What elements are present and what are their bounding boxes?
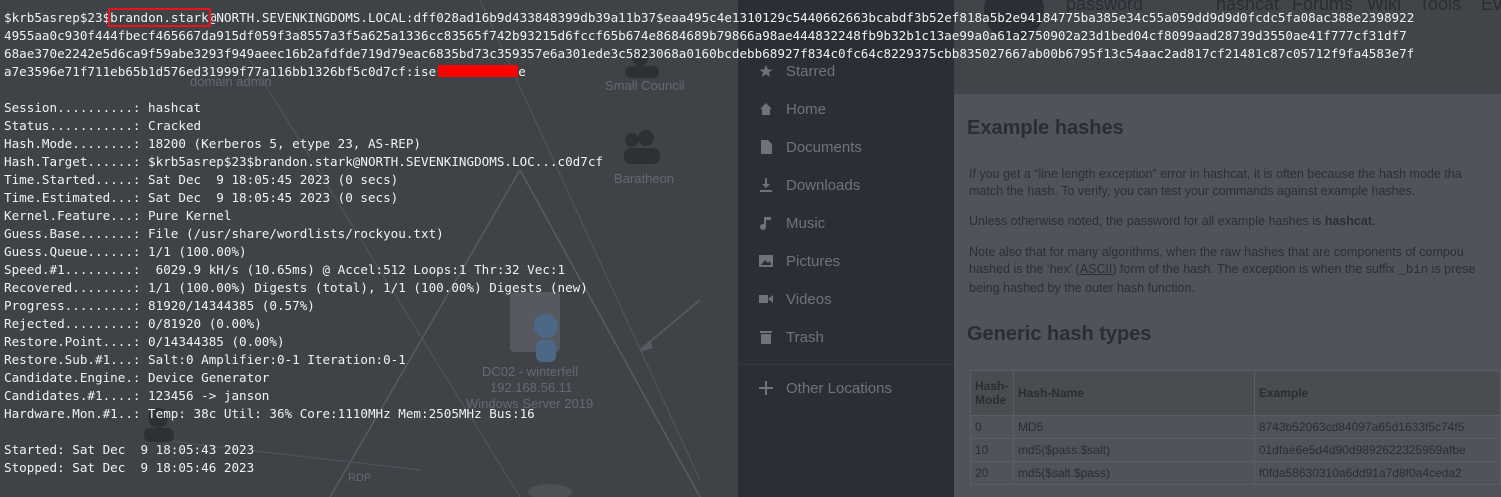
hash-line-3: 68ae370e2242e5d6ca9f59abe3293f949aeec16b… (4, 46, 1415, 61)
hash-line-1: $krb5asrep$23$brandon.stark@NORTH.SEVENK… (4, 8, 1415, 27)
hash-line-4: a7e3596e71f711eb65b1d576ed31999f77a116bb… (4, 64, 526, 79)
status-time-started: Time.Started.....: Sat Dec 9 18:05:45 20… (4, 172, 399, 187)
status-speed: Speed.#1.........: 6029.9 kH/s (10.65ms)… (4, 262, 566, 277)
status-stopped: Stopped: Sat Dec 9 18:05:46 2023 (4, 460, 255, 475)
hash-line-2: 4955aa0c930f444fbecf465667da915df059f3a8… (4, 28, 1407, 43)
highlighted-username: brandon.stark (108, 8, 211, 27)
status-guess-base: Guess.Base.......: File (/usr/share/word… (4, 226, 444, 241)
status-guess-queue: Guess.Queue......: 1/1 (100.00%) (4, 244, 247, 259)
status-session: Session..........: hashcat (4, 100, 202, 115)
status-status: Status...........: Cracked (4, 118, 202, 133)
status-recovered: Recovered........: 1/1 (100.00%) Digests… (4, 280, 588, 295)
status-hash-mode: Hash.Mode........: 18200 (Kerberos 5, et… (4, 136, 422, 151)
status-progress: Progress.........: 81920/14344385 (0.57%… (4, 298, 315, 313)
status-kernel-feature: Kernel.Feature...: Pure Kernel (4, 208, 232, 223)
status-hash-target: Hash.Target......: $krb5asrep$23$brandon… (4, 154, 603, 169)
status-candidate-engine: Candidate.Engine.: Device Generator (4, 370, 270, 385)
status-rejected: Rejected.........: 0/81920 (0.00%) (4, 316, 262, 331)
status-restore-point: Restore.Point....: 0/14344385 (0.00%) (4, 334, 285, 349)
status-started: Started: Sat Dec 9 18:05:43 2023 (4, 442, 255, 457)
status-candidates: Candidates.#1....: 123456 -> janson (4, 388, 270, 403)
status-hardware-mon: Hardware.Mon.#1..: Temp: 38c Util: 36% C… (4, 406, 535, 421)
password-redaction (438, 65, 519, 77)
status-time-estimated: Time.Estimated...: Sat Dec 9 18:05:45 20… (4, 190, 399, 205)
terminal-window[interactable]: $krb5asrep$23$brandon.stark@NORTH.SEVENK… (0, 0, 1501, 497)
status-restore-sub: Restore.Sub.#1...: Salt:0 Amplifier:0-1 … (4, 352, 406, 367)
